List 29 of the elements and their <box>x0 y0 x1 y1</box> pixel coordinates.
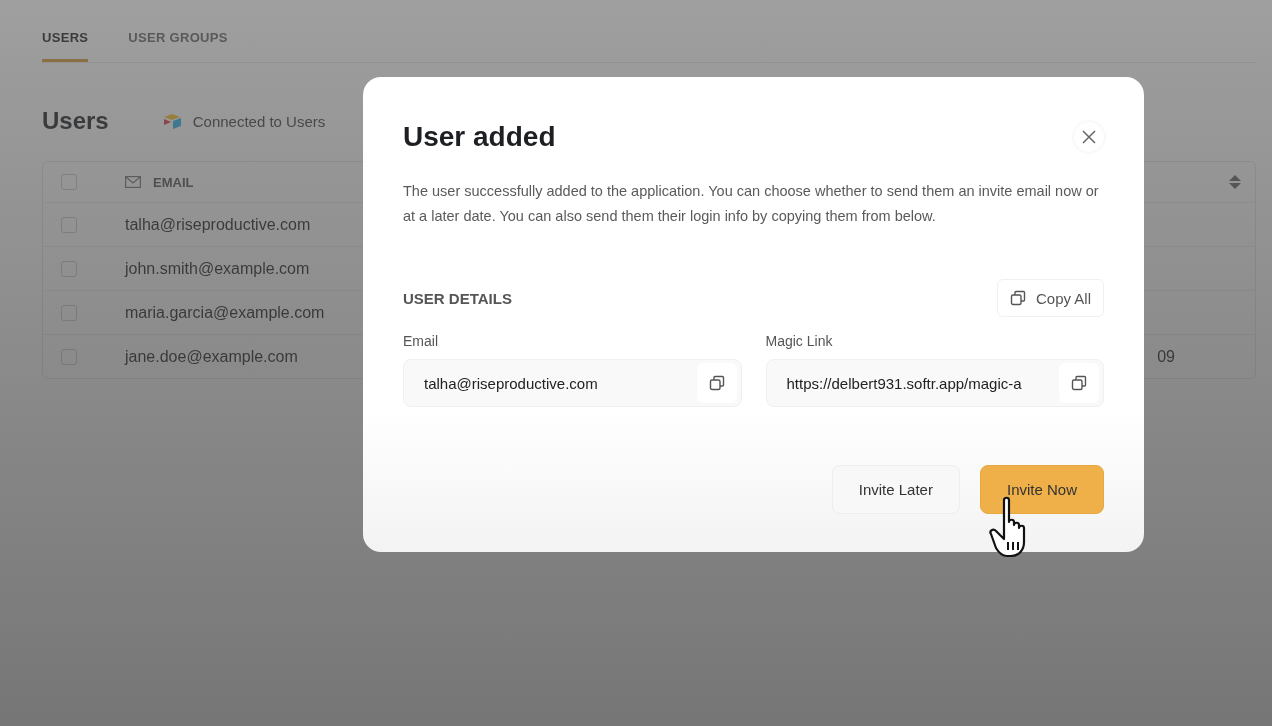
page-title: Users <box>42 107 109 135</box>
column-header: EMAIL <box>153 174 194 190</box>
invite-later-button[interactable]: Invite Later <box>831 465 960 514</box>
tab[interactable]: USERS <box>42 30 89 62</box>
copy-button[interactable] <box>696 363 737 403</box>
database-logo-icon <box>162 113 183 129</box>
table-cell: jane.doe@example.com <box>125 347 298 366</box>
close-button[interactable] <box>1074 122 1104 152</box>
copy-icon <box>1071 375 1087 391</box>
section-title: USER DETAILS <box>403 289 512 307</box>
copy-button[interactable] <box>1059 363 1099 403</box>
table-cell: talha@riseproductive.com <box>125 215 311 234</box>
close-icon <box>1082 130 1096 144</box>
dialog-title: User added <box>403 121 556 153</box>
field-label: Magic Link <box>765 333 834 349</box>
dialog-description: The user successfully added to the application. You can choose whether to send them an invite email now or at a later date. You can also send them their login info by copying them from below. <box>403 182 1100 226</box>
input-field[interactable]: https://delbert931.softr.app/magic-a <box>765 359 1104 407</box>
mail-icon <box>125 176 141 188</box>
table-cell: maria.garcia@example.com <box>125 303 325 322</box>
input-field[interactable]: talha@riseproductive.com <box>403 359 742 407</box>
sort-icon[interactable] <box>1229 175 1241 189</box>
invite-now-button[interactable]: Invite Now <box>979 465 1104 514</box>
table-cell: 09 <box>1157 347 1175 366</box>
connection-label: Connected to Users <box>192 112 326 130</box>
copy-all-button[interactable]: Copy All <box>996 279 1104 317</box>
table-cell: john.smith@example.com <box>125 259 310 278</box>
field-label: Email <box>403 333 439 349</box>
copy-icon <box>1009 290 1026 306</box>
copy-icon <box>708 375 725 391</box>
